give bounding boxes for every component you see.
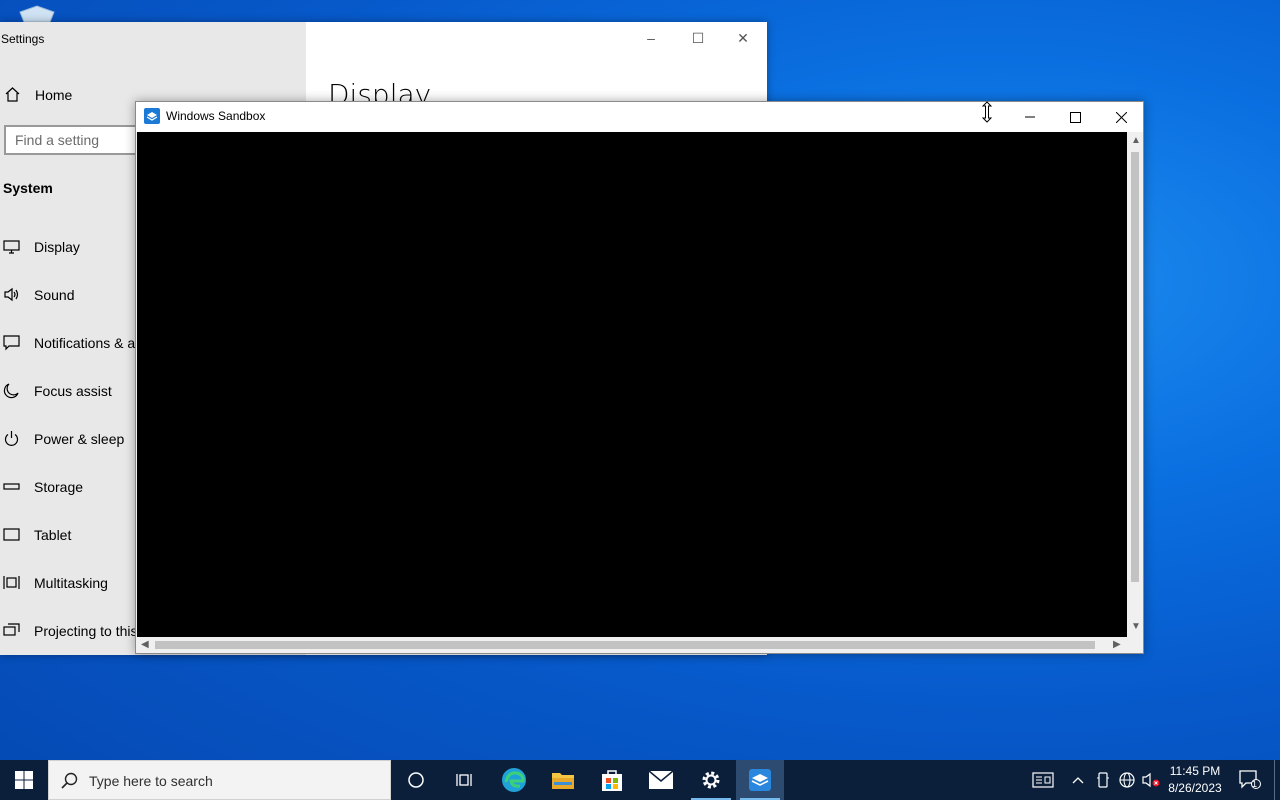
globe-icon bbox=[1119, 772, 1135, 788]
edge-icon bbox=[502, 768, 526, 792]
nav-item-display[interactable]: Display bbox=[3, 238, 80, 255]
settings-minimize-button[interactable]: – bbox=[641, 30, 661, 46]
vertical-scrollbar[interactable]: ▲ ▼ bbox=[1127, 132, 1143, 637]
sandbox-close-button[interactable] bbox=[1098, 102, 1144, 132]
taskbar-file-explorer[interactable] bbox=[539, 760, 587, 800]
find-setting-placeholder: Find a setting bbox=[15, 132, 100, 148]
nav-item-label: Focus assist bbox=[34, 382, 112, 399]
scroll-up-icon[interactable]: ▲ bbox=[1131, 136, 1141, 146]
nav-item-label: Notifications & a bbox=[34, 334, 136, 351]
scroll-left-icon[interactable]: ◀ bbox=[141, 640, 149, 650]
sandbox-window[interactable]: Windows Sandbox ▲ ▼ ◀ ▶ bbox=[135, 101, 1144, 654]
scroll-down-icon[interactable]: ▼ bbox=[1131, 622, 1141, 632]
tray-device-button[interactable] bbox=[1094, 760, 1112, 800]
scroll-right-icon[interactable]: ▶ bbox=[1113, 640, 1121, 650]
recycle-bin-icon[interactable] bbox=[16, 4, 58, 22]
nav-item-label: Sound bbox=[34, 286, 75, 303]
folder-icon bbox=[552, 773, 574, 789]
nav-item-projecting[interactable]: Projecting to this bbox=[3, 622, 138, 639]
sandbox-minimize-button[interactable] bbox=[1007, 102, 1053, 132]
sandbox-maximize-button[interactable] bbox=[1052, 102, 1098, 132]
notification-count-badge: 1 bbox=[1252, 779, 1258, 789]
sandbox-title: Windows Sandbox bbox=[166, 109, 266, 123]
gear-icon bbox=[702, 771, 720, 789]
mail-icon bbox=[648, 770, 674, 789]
nav-item-storage[interactable]: Storage bbox=[3, 478, 83, 495]
tablet-icon bbox=[3, 528, 20, 541]
multitasking-icon bbox=[3, 576, 20, 589]
storage-icon bbox=[3, 483, 20, 490]
notification-icon bbox=[3, 335, 20, 351]
action-center-icon bbox=[1239, 770, 1261, 789]
taskbar-windows-sandbox[interactable] bbox=[736, 760, 784, 800]
volume-muted-icon bbox=[1142, 772, 1160, 788]
nav-item-label: Tablet bbox=[34, 526, 72, 543]
taskbar-edge[interactable] bbox=[490, 760, 538, 800]
resize-cursor-icon bbox=[981, 101, 993, 123]
nav-item-label: Storage bbox=[34, 478, 84, 495]
nav-home-label: Home bbox=[35, 86, 73, 103]
taskbar-search-box[interactable]: Type here to search bbox=[48, 760, 391, 800]
horizontal-scroll-thumb[interactable] bbox=[155, 641, 1095, 649]
power-icon bbox=[4, 431, 19, 446]
sandbox-app-icon bbox=[144, 108, 160, 124]
nav-item-focus-assist[interactable]: Focus assist bbox=[3, 382, 112, 399]
task-view-button[interactable] bbox=[440, 760, 488, 800]
maximize-icon bbox=[1069, 111, 1081, 123]
nav-item-label: Power & sleep bbox=[34, 430, 125, 447]
store-icon bbox=[602, 770, 622, 791]
moon-icon bbox=[3, 383, 19, 399]
home-icon bbox=[5, 87, 20, 102]
taskbar: Type here to search 11:45 PM 8/26/2023 1 bbox=[0, 760, 1280, 800]
sandbox-icon bbox=[749, 769, 771, 791]
taskbar-mail[interactable] bbox=[637, 760, 685, 800]
horizontal-scrollbar[interactable]: ◀ ▶ bbox=[137, 637, 1127, 653]
tray-network-button[interactable] bbox=[1116, 760, 1138, 800]
taskbar-store[interactable] bbox=[588, 760, 636, 800]
minimize-icon bbox=[1025, 116, 1035, 118]
nav-item-label: Projecting to this bbox=[34, 622, 138, 639]
nav-home[interactable]: Home bbox=[4, 86, 72, 103]
sandbox-display-area[interactable] bbox=[137, 132, 1127, 637]
task-view-icon bbox=[456, 774, 472, 786]
vertical-scroll-thumb[interactable] bbox=[1131, 152, 1139, 582]
tray-show-hidden-button[interactable] bbox=[1068, 760, 1088, 800]
clock-time: 11:45 PM bbox=[1169, 764, 1221, 778]
news-icon bbox=[1032, 772, 1054, 788]
chevron-up-icon bbox=[1072, 777, 1084, 784]
cortana-button[interactable] bbox=[392, 760, 440, 800]
nav-item-tablet[interactable]: Tablet bbox=[3, 526, 71, 543]
nav-item-sound[interactable]: Sound bbox=[3, 286, 74, 303]
search-icon bbox=[61, 772, 78, 789]
tray-clock[interactable]: 11:45 PM 8/26/2023 bbox=[1160, 763, 1230, 797]
windows-logo-icon bbox=[15, 771, 33, 789]
section-label: System bbox=[3, 180, 53, 196]
settings-title: Settings bbox=[1, 32, 45, 46]
nav-item-multitasking[interactable]: Multitasking bbox=[3, 574, 108, 591]
action-center-button[interactable]: 1 bbox=[1234, 760, 1266, 800]
tray-news-button[interactable] bbox=[1028, 760, 1058, 800]
nav-item-power-sleep[interactable]: Power & sleep bbox=[3, 430, 124, 447]
monitor-icon bbox=[3, 240, 20, 254]
clock-date: 8/26/2023 bbox=[1168, 781, 1222, 795]
nav-item-label: Display bbox=[34, 238, 80, 255]
taskbar-search-placeholder: Type here to search bbox=[89, 773, 213, 789]
cortana-icon bbox=[408, 772, 424, 788]
speaker-icon bbox=[4, 287, 19, 302]
start-button[interactable] bbox=[0, 760, 48, 800]
settings-maximize-button[interactable]: ☐ bbox=[688, 30, 708, 46]
taskbar-settings[interactable] bbox=[687, 760, 735, 800]
projecting-icon bbox=[3, 623, 20, 636]
show-desktop-button[interactable] bbox=[1274, 760, 1275, 800]
device-icon bbox=[1097, 772, 1109, 788]
settings-close-button[interactable]: ✕ bbox=[733, 30, 753, 46]
nav-item-notifications[interactable]: Notifications & a bbox=[3, 334, 135, 351]
close-icon bbox=[1115, 111, 1127, 123]
nav-item-label: Multitasking bbox=[34, 574, 108, 591]
tray-volume-button[interactable] bbox=[1140, 760, 1162, 800]
